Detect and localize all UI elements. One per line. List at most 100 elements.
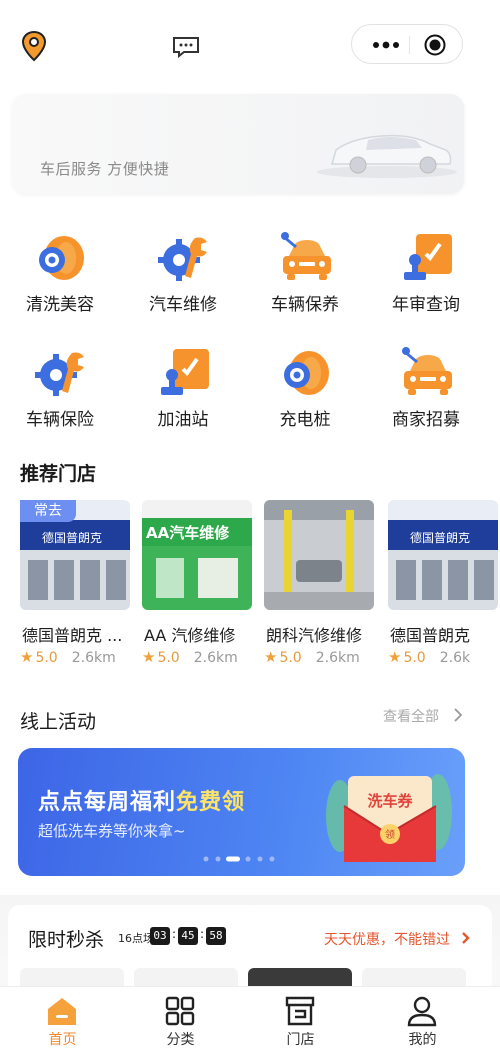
service-label: 汽车维修	[149, 295, 217, 315]
tire-icon	[284, 351, 329, 395]
promo-subtitle: 超低洗车券等你来拿~	[38, 822, 186, 840]
store-photo: 德国普朗克	[388, 500, 498, 610]
category-grid-icon	[165, 996, 195, 1026]
svg-text:德国普朗克: 德国普朗克	[42, 530, 102, 545]
store-icon	[285, 996, 315, 1026]
often-visited-tag: 常去	[20, 500, 76, 522]
store-list: 德国普朗克 常去 德国普朗克 ... ★ 5.0 2.6km AA汽车维修 AA 汽…	[20, 500, 500, 670]
store-card[interactable]: 朗科汽修维修 ★ 5.0 2.6km	[264, 500, 374, 670]
home-icon	[48, 998, 76, 1025]
service-merchant-recruit[interactable]: 商家招募	[366, 337, 486, 437]
store-distance: 2.6km	[193, 650, 238, 666]
promo-title-highlight: 免费领	[176, 790, 246, 815]
store-score: 5.0	[403, 650, 426, 666]
car-service-icon	[281, 232, 331, 280]
service-gas-station[interactable]: 加油站	[123, 337, 243, 437]
tab-label: 我的	[408, 1032, 437, 1048]
car-service-icon	[402, 347, 452, 395]
star-icon: ★	[264, 648, 278, 666]
view-all-link[interactable]: 查看全部	[383, 706, 439, 726]
store-rating: ★ 5.0 2.6k	[388, 648, 470, 666]
service-inspection[interactable]: 年审查询	[366, 222, 486, 322]
tab-mine[interactable]: 我的	[360, 987, 485, 1050]
store-score: 5.0	[35, 650, 58, 666]
inspection-stamp-icon	[404, 234, 452, 280]
flash-sale-session: 16点场	[118, 932, 154, 945]
activities-title: 线上活动	[20, 711, 97, 733]
message-icon[interactable]	[172, 36, 200, 58]
countdown-colon: :	[172, 927, 177, 941]
tab-store[interactable]: 门店	[238, 987, 363, 1050]
store-photo	[264, 500, 374, 610]
chevron-right-icon[interactable]	[461, 931, 471, 945]
store-card[interactable]: 德国普朗克 德国普朗克 ★ 5.0 2.6k	[388, 500, 498, 670]
car-illustration	[317, 134, 457, 178]
store-card[interactable]: 德国普朗克 常去 德国普朗克 ... ★ 5.0 2.6km	[20, 500, 130, 670]
store-score: 5.0	[279, 650, 302, 666]
service-wash[interactable]: 清洗美容	[0, 222, 120, 322]
home-page: 车后服务 方便快捷 清洗美容 汽车维修 车辆保养 年审查询 车辆保险 加油站 充…	[0, 0, 500, 1050]
store-photo: AA汽车维修	[142, 500, 252, 610]
location-pin-icon[interactable]	[20, 30, 48, 62]
capsule-divider	[409, 36, 410, 54]
store-distance: 2.6km	[71, 650, 116, 666]
store-name: 德国普朗克 ...	[22, 626, 123, 645]
tab-label: 门店	[286, 1032, 315, 1048]
service-label: 商家招募	[392, 410, 460, 430]
countdown-seconds: 58	[206, 927, 226, 945]
service-label: 加油站	[157, 410, 209, 430]
banner-slogan: 车后服务 方便快捷	[40, 160, 170, 178]
tab-category[interactable]: 分类	[118, 987, 243, 1050]
top-bar	[0, 0, 500, 88]
star-icon: ★	[20, 648, 34, 666]
user-icon	[407, 996, 437, 1027]
more-dots-icon[interactable]	[368, 35, 404, 55]
tab-label: 首页	[48, 1032, 77, 1048]
promo-banner[interactable]: 点点每周福利免费领 超低洗车券等你来拿~ 洗车券 领	[18, 748, 465, 876]
service-repair[interactable]: 汽车维修	[123, 222, 243, 322]
star-icon: ★	[388, 648, 402, 666]
store-distance: 2.6k	[439, 650, 471, 666]
service-maintenance[interactable]: 车辆保养	[245, 222, 365, 322]
hero-banner[interactable]: 车后服务 方便快捷	[12, 94, 464, 194]
gear-wrench-icon	[158, 237, 207, 281]
store-score: 5.0	[157, 650, 180, 666]
countdown-hours: 03	[150, 927, 170, 945]
service-label: 充电桩	[279, 410, 331, 430]
star-icon: ★	[142, 648, 156, 666]
chevron-right-icon[interactable]	[453, 708, 463, 722]
tab-label: 分类	[166, 1032, 195, 1048]
service-charging[interactable]: 充电桩	[245, 337, 365, 437]
promo-title-main: 点点每周福利	[38, 790, 177, 815]
tab-home[interactable]: 首页	[0, 987, 125, 1050]
miniprogram-close-icon[interactable]	[424, 34, 446, 56]
store-rating: ★ 5.0 2.6km	[264, 648, 360, 666]
service-label: 车辆保养	[271, 295, 339, 315]
svg-text:德国普朗克: 德国普朗克	[410, 530, 470, 545]
store-name: 朗科汽修维修	[266, 626, 363, 645]
store-name: 德国普朗克	[390, 626, 471, 645]
service-label: 年审查询	[392, 295, 460, 315]
flash-sale-title: 限时秒杀	[28, 929, 105, 951]
store-rating: ★ 5.0 2.6km	[142, 648, 238, 666]
gear-wrench-icon	[35, 352, 84, 396]
miniprogram-capsule	[351, 24, 463, 64]
coupon-envelope-icon: 洗车券 领	[326, 774, 452, 862]
carousel-indicator	[203, 856, 275, 862]
bottom-tab-bar: 首页 分类 门店 我的	[0, 986, 500, 1050]
store-name: AA 汽修维修	[144, 626, 236, 645]
svg-text:AA汽车维修: AA汽车维修	[146, 524, 230, 542]
countdown-minutes: 45	[178, 927, 198, 945]
countdown-colon: :	[200, 927, 205, 941]
inspection-stamp-icon	[161, 349, 209, 395]
promo-title: 点点每周福利免费领	[38, 784, 245, 816]
store-distance: 2.6km	[315, 650, 360, 666]
tire-icon	[39, 236, 84, 280]
flash-sale-slogan[interactable]: 天天优惠，不能错过	[324, 929, 450, 949]
service-insurance[interactable]: 车辆保险	[0, 337, 120, 437]
store-rating: ★ 5.0 2.6km	[20, 648, 116, 666]
recommended-title: 推荐门店	[20, 463, 97, 485]
service-label: 清洗美容	[26, 295, 94, 315]
svg-text:领: 领	[385, 828, 395, 841]
store-card[interactable]: AA汽车维修 AA 汽修维修 ★ 5.0 2.6km	[142, 500, 252, 670]
